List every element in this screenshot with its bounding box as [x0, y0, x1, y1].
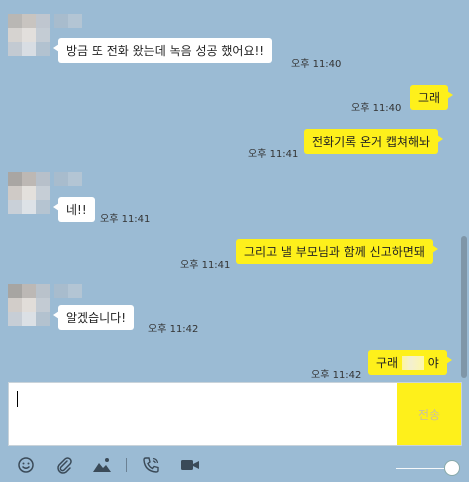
call-icon[interactable]: [142, 456, 160, 474]
message-text: 그리고 낼 부모님과 함께 신고하면돼: [244, 245, 425, 259]
chat-scrollbar[interactable]: [461, 236, 467, 378]
message-bubble[interactable]: 구래 야: [368, 350, 452, 375]
message-time: 오후 11:41: [100, 214, 151, 225]
chat-toolbar: [0, 446, 469, 482]
sender-name: [54, 14, 82, 28]
video-call-icon[interactable]: [180, 456, 200, 474]
message-bubble[interactable]: 그리고 낼 부모님과 함께 신고하면돼: [236, 239, 438, 264]
attach-icon[interactable]: [55, 456, 73, 474]
text-cursor: [17, 391, 18, 407]
message-text-end: 야: [427, 356, 439, 370]
message-bubble[interactable]: 알겠습니다!: [52, 305, 135, 330]
message-text: 전화기록 온거 캡쳐해놔: [312, 135, 431, 149]
sender-name: [54, 284, 82, 298]
avatar[interactable]: [8, 172, 50, 214]
emoticon-icon[interactable]: [17, 456, 35, 474]
photo-icon[interactable]: [92, 456, 112, 474]
sender-name: [54, 172, 82, 186]
message-time: 오후 11:40: [351, 103, 402, 114]
message-text: 네!!: [66, 203, 87, 217]
message-time: 오후 11:41: [248, 149, 299, 160]
opacity-slider-handle[interactable]: [444, 460, 460, 476]
message-bubble[interactable]: 그래: [410, 85, 454, 110]
send-button-label: 전송: [417, 407, 441, 422]
message-input-area[interactable]: 전송: [8, 382, 462, 446]
message-time: 오후 11:41: [180, 260, 231, 271]
avatar[interactable]: [8, 284, 50, 326]
message-text: 방금 또 전화 왔는데 녹음 성공 했어요!!: [66, 44, 265, 58]
chat-message-list[interactable]: 방금 또 전화 왔는데 녹음 성공 했어요!! 오후 11:40 오후 11:4…: [0, 0, 469, 378]
message-text: 알겠습니다!: [66, 311, 127, 325]
message-bubble[interactable]: 전화기록 온거 캡쳐해놔: [304, 129, 444, 154]
message-text: 그래: [418, 91, 441, 105]
message-time: 오후 11:42: [311, 370, 362, 378]
toolbar-divider: [126, 458, 127, 472]
message-time: 오후 11:42: [148, 324, 199, 335]
message-time: 오후 11:40: [291, 59, 342, 70]
redacted-text: [401, 356, 424, 370]
avatar[interactable]: [8, 14, 50, 56]
message-bubble[interactable]: 방금 또 전화 왔는데 녹음 성공 했어요!!: [52, 38, 273, 63]
message-bubble[interactable]: 네!!: [53, 197, 95, 222]
send-button[interactable]: 전송: [397, 383, 461, 445]
message-input[interactable]: [19, 389, 389, 439]
message-text: 구래: [376, 356, 399, 370]
